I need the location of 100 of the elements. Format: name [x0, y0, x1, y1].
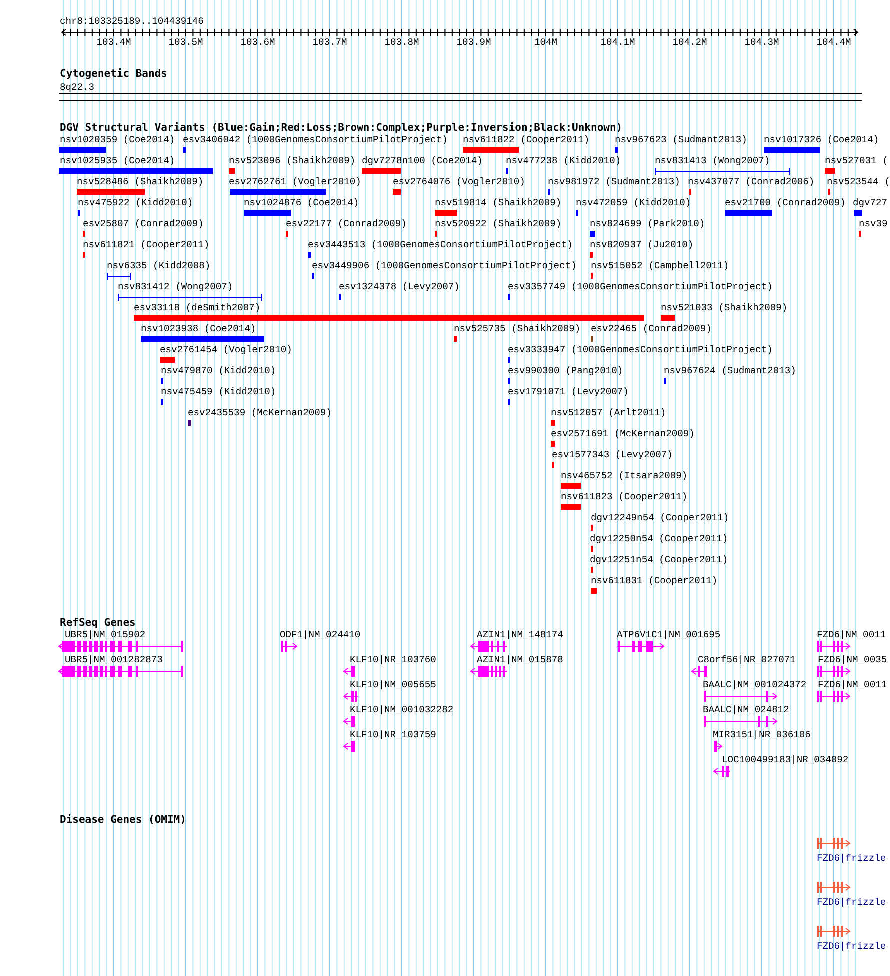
- variant-label[interactable]: esv2761454 (Vogler2010): [160, 344, 292, 356]
- variant-label[interactable]: nsv479870 (Kidd2010): [161, 366, 276, 376]
- variant-bar[interactable]: [435, 210, 457, 216]
- variant-label[interactable]: esv22465 (Conrad2009): [591, 324, 712, 334]
- gene-label[interactable]: ODF1|NM_024410: [280, 630, 361, 640]
- gene-label[interactable]: FZD6|frizzle: [817, 853, 886, 864]
- variant-label[interactable]: nsv465752 (Itsara2009): [561, 470, 688, 482]
- gene-label[interactable]: MIR3151|NR_036106: [713, 730, 811, 740]
- gene-model-drawing[interactable]: [816, 882, 851, 893]
- variant-label[interactable]: esv3333947 (1000GenomesConsortiumPilotProject): [508, 344, 773, 356]
- variant-label[interactable]: nsv523096 (Shaikh2009): [229, 156, 356, 166]
- variant-bar[interactable]: [393, 189, 401, 195]
- gene-model-drawing[interactable]: [470, 641, 508, 652]
- variant-label[interactable]: nsv6335 (Kidd2008): [107, 260, 211, 272]
- variant-label[interactable]: dgv12250n54 (Cooper2011): [590, 534, 728, 544]
- gene-model-drawing[interactable]: [704, 691, 778, 702]
- gene-label[interactable]: FZD6|NM_0035: [818, 654, 888, 666]
- variant-label[interactable]: nsv472059 (Kidd2010): [576, 198, 692, 208]
- gene-model-drawing[interactable]: [816, 641, 851, 652]
- variant-bar[interactable]: [308, 252, 311, 258]
- variant-label[interactable]: nsv519814 (Shaikh2009): [435, 198, 562, 208]
- gene-label[interactable]: BAALC|NM_024812: [703, 704, 790, 716]
- variant-label[interactable]: nsv1023938 (Coe2014): [141, 324, 256, 334]
- variant-label[interactable]: esv3357749 (1000GenomesConsortiumPilotProject): [508, 282, 773, 292]
- variant-label[interactable]: nsv611823 (Cooper2011): [561, 492, 688, 502]
- gene-model-drawing[interactable]: [816, 838, 851, 849]
- gene-model-drawing[interactable]: [816, 926, 851, 937]
- variant-bar[interactable]: [188, 420, 191, 426]
- variant-bar[interactable]: [725, 210, 772, 216]
- gene-label[interactable]: UBR5|NM_015902: [65, 630, 146, 640]
- variant-bar[interactable]: [854, 210, 862, 216]
- variant-bar[interactable]: [229, 168, 235, 174]
- variant-label[interactable]: nsv527031 (: [825, 156, 888, 166]
- variant-label[interactable]: esv990300 (Pang2010): [508, 366, 624, 376]
- gene-label[interactable]: KLF10|NM_001032282: [350, 704, 454, 716]
- variant-label[interactable]: nsv831413 (Wong2007): [655, 156, 770, 166]
- variant-label[interactable]: nsv437077 (Conrad2006): [688, 176, 815, 188]
- variant-label[interactable]: nsv611821 (Cooper2011): [83, 240, 210, 250]
- variant-bar[interactable]: [661, 315, 675, 321]
- variant-bar[interactable]: [77, 189, 145, 195]
- gene-model-drawing[interactable]: [816, 691, 851, 702]
- gene-model-drawing[interactable]: [714, 741, 723, 752]
- variant-bar[interactable]: [183, 147, 186, 153]
- gene-model-drawing[interactable]: [691, 666, 708, 677]
- variant-label[interactable]: esv22177 (Conrad2009): [286, 218, 407, 230]
- gene-label[interactable]: C8orf56|NR_027071: [698, 654, 796, 666]
- gene-model-drawing[interactable]: [58, 641, 184, 652]
- variant-label[interactable]: nsv475459 (Kidd2010): [161, 386, 276, 398]
- variant-bar[interactable]: [244, 210, 291, 216]
- variant-bar[interactable]: [825, 168, 835, 174]
- variant-label[interactable]: nsv1025935 (Coe2014): [60, 156, 176, 166]
- variant-bar[interactable]: [362, 168, 401, 174]
- variant-label[interactable]: nsv512057 (Arlt2011): [551, 408, 666, 418]
- variant-bar[interactable]: [230, 189, 326, 195]
- gene-model-drawing[interactable]: [280, 641, 298, 652]
- variant-bar[interactable]: [590, 231, 595, 237]
- variant-label[interactable]: esv1577343 (Levy2007): [552, 450, 673, 460]
- variant-label[interactable]: esv33118 (deSmith2007): [134, 302, 261, 314]
- variant-label[interactable]: dgv12249n54 (Cooper2011): [591, 512, 730, 524]
- variant-label[interactable]: nsv521033 (Shaikh2009): [661, 302, 788, 314]
- gene-label[interactable]: KLF10|NR_103759: [350, 730, 436, 740]
- gene-model-drawing[interactable]: [713, 766, 730, 777]
- variant-label[interactable]: esv2764076 (Vogler2010): [393, 176, 526, 188]
- variant-label[interactable]: nsv967623 (Sudmant2013): [615, 134, 748, 146]
- variant-label[interactable]: nsv523544 (: [827, 176, 890, 188]
- gene-model-drawing[interactable]: [343, 716, 356, 727]
- variant-label[interactable]: nsv1017326 (Coe2014): [764, 134, 880, 146]
- variant-bar[interactable]: [591, 588, 597, 594]
- gene-model-drawing[interactable]: [343, 666, 356, 677]
- variant-span[interactable]: [654, 168, 790, 176]
- variant-label[interactable]: esv2571691 (McKernan2009): [551, 428, 695, 440]
- variant-bar[interactable]: [561, 483, 581, 489]
- variant-label[interactable]: nsv475922 (Kidd2010): [78, 198, 194, 208]
- gene-label[interactable]: FZD6|frizzle: [817, 941, 886, 952]
- variant-label[interactable]: esv1791071 (Levy2007): [508, 386, 629, 398]
- variant-bar[interactable]: [615, 147, 618, 153]
- variant-label[interactable]: nsv477238 (Kidd2010): [506, 156, 622, 166]
- gene-label[interactable]: KLF10|NM_005655: [350, 680, 436, 690]
- variant-label[interactable]: nsv39: [859, 218, 888, 230]
- gene-model-drawing[interactable]: [816, 666, 851, 677]
- variant-label[interactable]: esv25807 (Conrad2009): [83, 218, 204, 230]
- variant-bar[interactable]: [59, 147, 106, 153]
- gene-label[interactable]: AZIN1|NM_015878: [477, 654, 564, 666]
- variant-label[interactable]: nsv831412 (Wong2007): [118, 282, 234, 292]
- gene-label[interactable]: FZD6|NM_0011: [817, 630, 886, 640]
- gene-model-drawing[interactable]: [343, 691, 358, 702]
- gene-model-drawing[interactable]: [470, 666, 508, 677]
- variant-label[interactable]: nsv1024876 (Coe2014): [244, 198, 360, 208]
- variant-label[interactable]: esv2762761 (Vogler2010): [229, 176, 362, 188]
- variant-label[interactable]: nsv1020359 (Coe2014): [60, 134, 176, 146]
- variant-bar[interactable]: [551, 441, 555, 447]
- variant-label[interactable]: nsv967624 (Sudmant2013): [664, 366, 796, 376]
- gene-label[interactable]: UBR5|NM_001282873: [65, 654, 163, 666]
- variant-bar[interactable]: [134, 315, 644, 321]
- variant-label[interactable]: nsv611831 (Cooper2011): [591, 576, 718, 586]
- gene-model-drawing[interactable]: [58, 666, 184, 677]
- gene-label[interactable]: FZD6|NM_0011: [818, 680, 888, 690]
- variant-span[interactable]: [118, 294, 262, 302]
- variant-label[interactable]: nsv520922 (Shaikh2009): [435, 218, 562, 230]
- gene-label[interactable]: ATP6V1C1|NM_001695: [617, 630, 721, 640]
